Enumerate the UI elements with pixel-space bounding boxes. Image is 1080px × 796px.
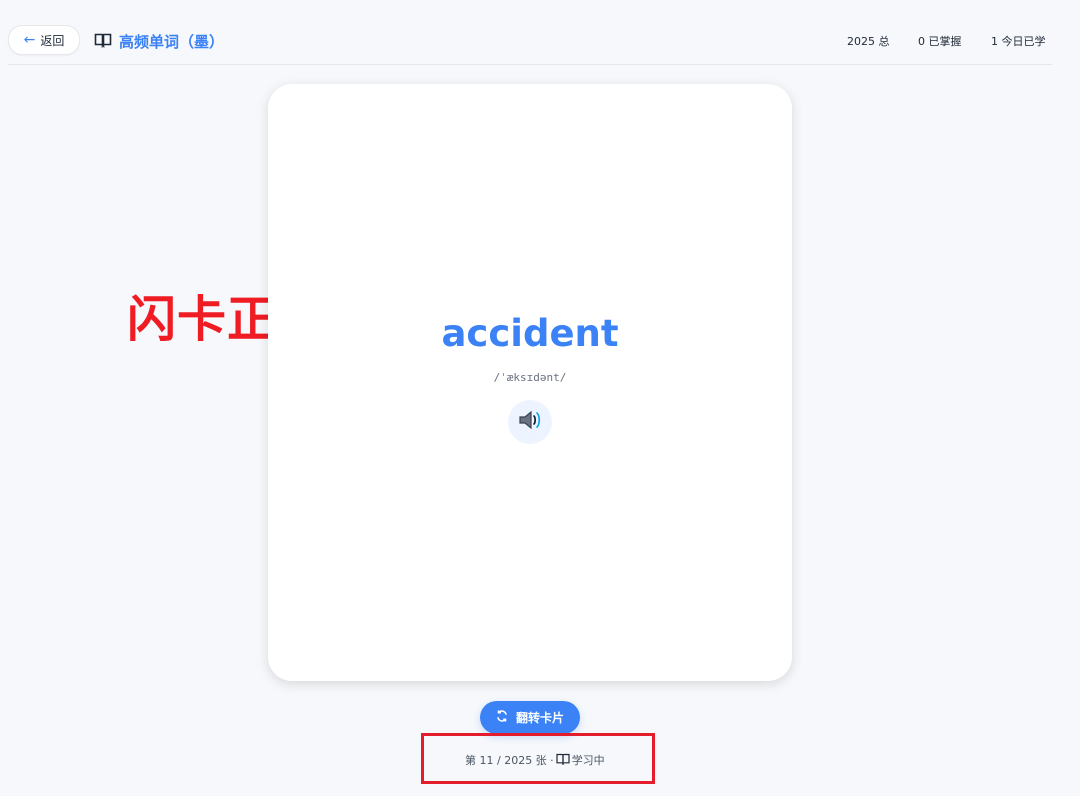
vocabulary-word: accident (441, 312, 619, 355)
top-header: ← 返回 高频单词（墨） 2025 总 0 已掌握 1 今日已学 (8, 0, 1052, 65)
flashcard-front[interactable]: accident /ˈæksɪdənt/ (268, 84, 792, 681)
phonetic-transcription: /ˈæksɪdənt/ (493, 371, 567, 384)
page-title-group: 高频单词（墨） (94, 31, 224, 52)
learning-status: 学习中 (571, 754, 605, 767)
back-button[interactable]: ← 返回 (8, 25, 80, 55)
flip-card-label: 翻转卡片 (515, 711, 564, 725)
flip-card-button[interactable]: 翻转卡片 (480, 701, 580, 734)
page-title: 高频单词（墨） (119, 33, 225, 51)
refresh-icon (496, 710, 508, 725)
book-status-icon (556, 753, 570, 768)
total-count: 2025 总 (847, 35, 890, 48)
arrow-left-icon: ← (23, 32, 36, 48)
speaker-icon (518, 409, 543, 435)
progress-counter: 第 11 / 2025 张 · (465, 754, 554, 767)
back-button-label: 返回 (40, 33, 65, 48)
card-progress: 第 11 / 2025 张 · 学习中 (465, 752, 605, 768)
today-learned-count: 1 今日已学 (991, 35, 1046, 48)
book-icon (94, 32, 112, 52)
mastered-count: 0 已掌握 (918, 35, 962, 48)
pronunciation-audio-button[interactable] (508, 400, 552, 444)
